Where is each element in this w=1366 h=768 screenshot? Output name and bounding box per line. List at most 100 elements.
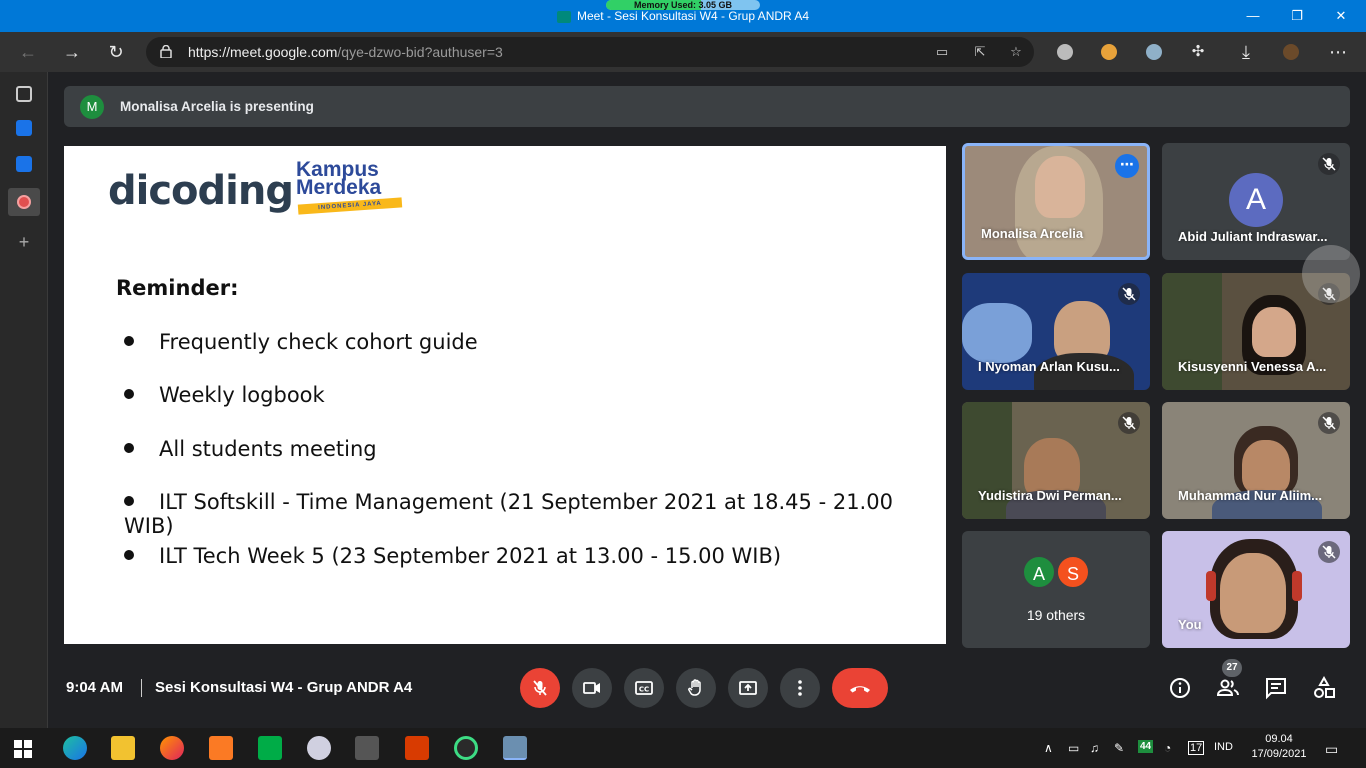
file-explorer-icon[interactable] <box>111 736 135 760</box>
close-window-button[interactable]: ✕ <box>1318 5 1364 27</box>
meeting-time: 9:04 AM <box>66 679 123 696</box>
others-avatar-a: A <box>1022 555 1056 589</box>
slide-heading: Reminder: <box>116 276 239 300</box>
extension-icon-1[interactable] <box>1057 44 1073 60</box>
calendar-icon-2[interactable] <box>16 156 32 172</box>
extensions-puzzle-icon[interactable]: ✣ <box>1186 40 1210 64</box>
slide-bullet: Frequently check cohort guide <box>124 330 478 354</box>
windows-start-icon[interactable] <box>14 740 32 758</box>
presentation-slide: dicoding Kampus Merdeka INDONESIA JAYA R… <box>64 146 946 644</box>
chat-icon[interactable] <box>1264 676 1288 700</box>
browser-toolbar: ← → ↻ https://meet.google.com/qye-dzwo-b… <box>0 32 1366 72</box>
participant-name: Monalisa Arcelia <box>981 226 1084 241</box>
taskbar-clock[interactable]: 09.04 17/09/2021 <box>1246 732 1312 762</box>
paint-icon[interactable] <box>307 736 331 760</box>
participant-tile-presenter[interactable]: ⋯ Monalisa Arcelia <box>962 143 1150 260</box>
leave-call-button[interactable] <box>832 668 888 708</box>
android-studio-icon[interactable] <box>454 736 478 760</box>
volume-icon[interactable]: ♫ <box>1090 741 1099 755</box>
slide-bullet: Weekly logbook <box>124 383 325 407</box>
window-title: Meet - Sesi Konsultasi W4 - Grup ANDR A4 <box>0 9 1366 23</box>
restore-button[interactable]: ❐ <box>1274 5 1320 27</box>
slide-bullet: ILT Tech Week 5 (23 September 2021 at 13… <box>124 544 781 568</box>
kampus-merdeka-logo: Kampus Merdeka INDONESIA JAYA <box>296 158 406 218</box>
office-icon[interactable] <box>405 736 429 760</box>
camera-permission-icon[interactable]: ▭ <box>934 44 950 60</box>
favorite-star-icon[interactable]: ☆ <box>1008 44 1024 60</box>
muted-mic-icon <box>1118 283 1140 305</box>
meet-tab-active[interactable] <box>8 188 40 216</box>
slide-bullet: ILT Softskill - Time Management (21 Sept… <box>124 490 893 538</box>
participant-tile[interactable]: Muhammad Nur Aliim... <box>1162 402 1350 519</box>
camera-toggle-button[interactable] <box>572 668 612 708</box>
divider <box>141 679 142 697</box>
calendar-icon[interactable] <box>16 120 32 136</box>
share-page-icon[interactable]: ⇱ <box>972 44 988 60</box>
hang-up-icon <box>850 686 870 693</box>
muted-mic-icon <box>1318 412 1340 434</box>
self-tile[interactable]: You <box>1162 531 1350 648</box>
google-meet-icon[interactable] <box>258 736 282 760</box>
notifications-icon[interactable]: ▭ <box>1325 741 1338 758</box>
participant-name: Yudistira Dwi Perman... <box>978 488 1122 503</box>
forward-button[interactable]: → <box>60 40 84 64</box>
back-button[interactable]: ← <box>16 40 40 64</box>
keyboard-app-icon[interactable] <box>355 736 379 760</box>
input-language[interactable]: IND <box>1214 741 1233 753</box>
address-bar[interactable]: https://meet.google.com/qye-dzwo-bid?aut… <box>146 37 1034 67</box>
presenting-banner: M Monalisa Arcelia is presenting <box>64 86 1350 127</box>
wifi-icon[interactable]: ◔ <box>1164 741 1171 755</box>
calendar-tray-icon[interactable]: 17 <box>1188 741 1205 755</box>
add-tab-icon[interactable]: + <box>12 230 36 254</box>
participant-name: Abid Juliant Indraswar... <box>1178 229 1328 244</box>
dicoding-logo: dicoding <box>108 168 294 214</box>
battery-icon[interactable]: ▭ <box>1068 741 1079 755</box>
meeting-controls-bar: 9:04 AM Sesi Konsultasi W4 - Grup ANDR A… <box>48 648 1366 728</box>
participant-avatar: A <box>1229 173 1283 227</box>
present-now-button[interactable] <box>728 668 768 708</box>
muted-mic-icon <box>1318 541 1340 563</box>
meet-app-icon <box>556 10 571 23</box>
meeting-details-icon[interactable] <box>1168 676 1192 700</box>
vertical-dots-icon <box>798 680 802 696</box>
participant-tile[interactable]: Yudistira Dwi Perman... <box>962 402 1150 519</box>
svg-text:CC: CC <box>639 686 649 694</box>
mic-toggle-button[interactable] <box>520 668 560 708</box>
xampp-icon[interactable] <box>209 736 233 760</box>
mic-off-icon <box>533 680 547 696</box>
tray-app-icon[interactable]: ✎ <box>1114 741 1124 755</box>
reload-button[interactable]: ↻ <box>104 40 128 64</box>
participant-name: Kisusyenni Venessa A... <box>1178 359 1327 374</box>
participant-name: I Nyoman Arlan Kusu... <box>978 359 1120 374</box>
extension-icon-2[interactable] <box>1101 44 1117 60</box>
slide-bullet: All students meeting <box>124 437 377 461</box>
captions-button[interactable]: CC <box>624 668 664 708</box>
more-menu-icon[interactable]: ⋯ <box>1326 40 1350 64</box>
window-titlebar: Memory Used: 3.05 GB Meet - Sesi Konsult… <box>0 0 1366 32</box>
muted-mic-icon <box>1118 412 1140 434</box>
active-app-icon[interactable] <box>503 736 527 760</box>
downloads-icon[interactable]: ⤓ <box>1234 40 1258 64</box>
others-count: 19 others <box>1026 607 1086 623</box>
activities-icon[interactable] <box>1312 676 1336 700</box>
lock-icon <box>160 45 172 58</box>
more-options-button[interactable] <box>780 668 820 708</box>
url-text: https://meet.google.com/qye-dzwo-bid?aut… <box>188 44 503 60</box>
others-tile[interactable]: A S 19 others <box>962 531 1150 648</box>
firefox-icon[interactable] <box>160 736 184 760</box>
people-icon[interactable] <box>1216 676 1240 700</box>
profile-avatar[interactable] <box>1283 44 1299 60</box>
raise-hand-button[interactable] <box>676 668 716 708</box>
tray-badge-icon[interactable]: 44 <box>1138 740 1154 753</box>
presenter-avatar: M <box>80 95 104 119</box>
minimize-button[interactable]: — <box>1230 5 1276 27</box>
more-options-icon[interactable]: ⋯ <box>1115 154 1139 178</box>
tab-actions-icon[interactable] <box>16 86 32 102</box>
tray-show-hidden-icon[interactable]: ∧ <box>1044 741 1053 755</box>
floating-assist-button[interactable] <box>1302 245 1360 303</box>
participant-tile[interactable]: A Abid Juliant Indraswar... <box>1162 143 1350 260</box>
edge-browser-icon[interactable] <box>63 736 87 760</box>
extension-icon-3[interactable] <box>1146 44 1162 60</box>
windows-taskbar: ∧ ▭ ♫ ✎ 44 ◔ 17 IND 09.04 17/09/2021 ▭ <box>0 728 1366 768</box>
participant-tile[interactable]: I Nyoman Arlan Kusu... <box>962 273 1150 390</box>
